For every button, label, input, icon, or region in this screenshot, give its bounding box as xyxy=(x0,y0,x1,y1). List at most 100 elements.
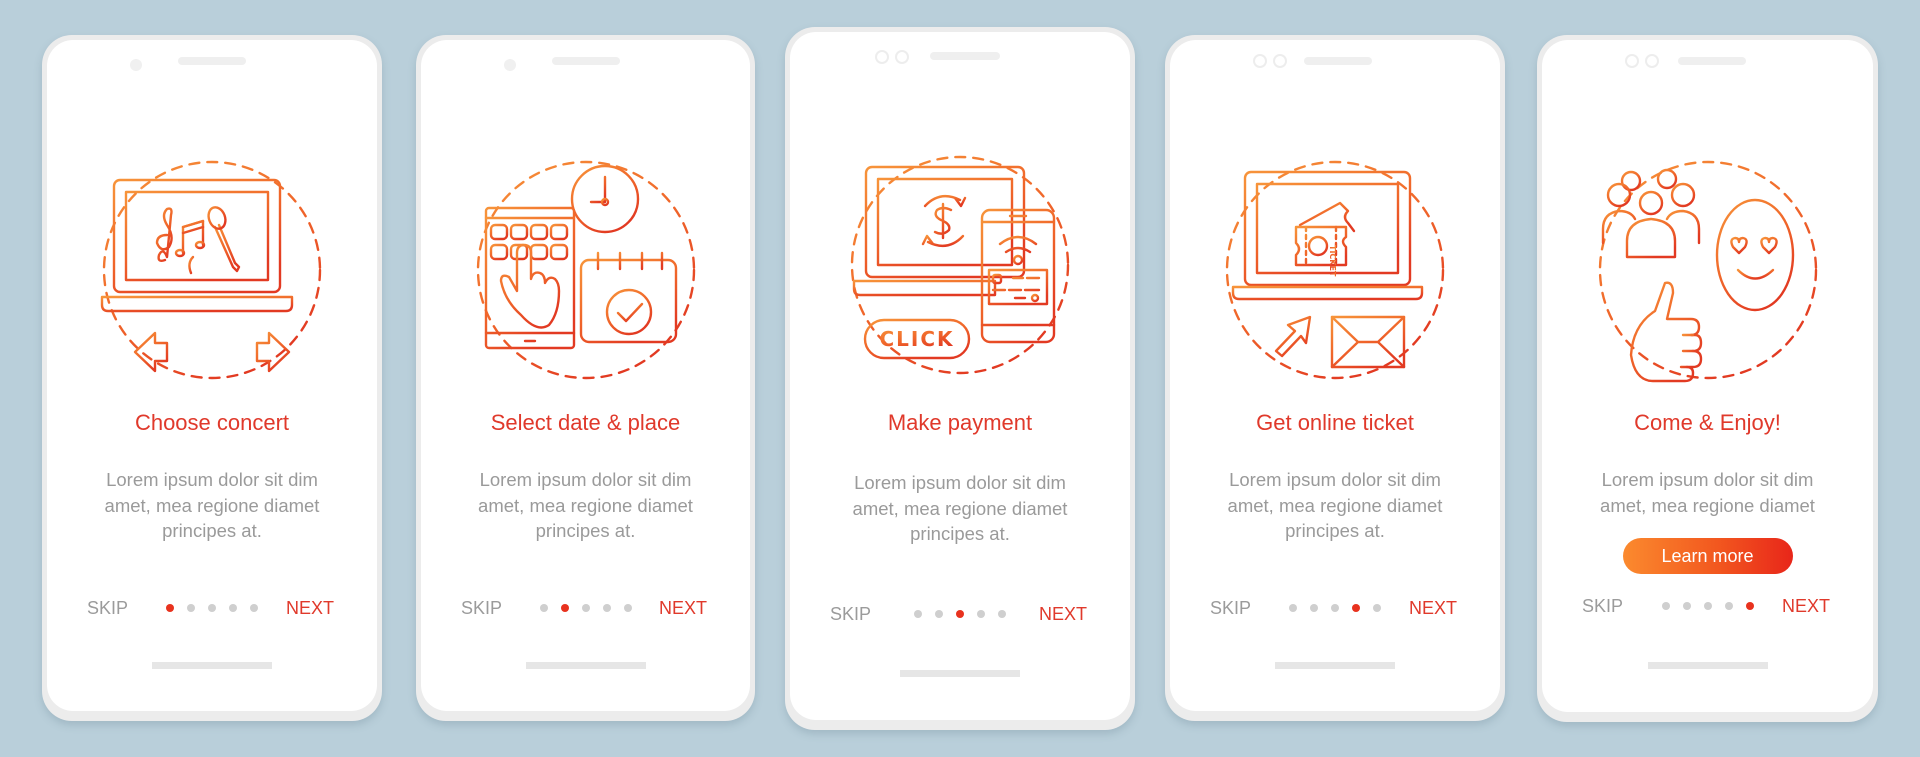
sensor-ring xyxy=(1645,54,1659,68)
skip-button[interactable]: SKIP xyxy=(87,598,128,619)
page-dot[interactable] xyxy=(208,604,216,612)
camera-dot xyxy=(504,59,516,71)
skip-button[interactable]: SKIP xyxy=(1582,596,1623,617)
page-dot[interactable] xyxy=(998,610,1006,618)
tablet-clock-calendar-icon xyxy=(476,160,695,380)
description-line: Lorem ipsum dolor sit dim xyxy=(479,469,692,490)
screen-title: Select date & place xyxy=(490,410,681,435)
skip-button[interactable]: SKIP xyxy=(1210,598,1251,619)
next-button[interactable]: NEXT xyxy=(659,598,707,619)
page-indicator xyxy=(166,604,258,612)
phone-screen: TICKET Get online ticket Lorem ipsum dol… xyxy=(1170,40,1500,711)
sensor-ring xyxy=(895,50,909,64)
screen-description: Lorem ipsum dolor sit dim amet, mea regi… xyxy=(87,467,337,544)
screen-description: Lorem ipsum dolor sit dim amet, mea regi… xyxy=(1210,467,1460,544)
speaker-grille xyxy=(1304,57,1372,65)
learn-more-button[interactable]: Learn more xyxy=(1622,538,1793,574)
description-line: Lorem ipsum dolor sit dim xyxy=(1229,469,1441,490)
page-dot[interactable] xyxy=(977,610,985,618)
home-indicator xyxy=(1275,662,1395,669)
screen-title: Come & Enjoy! xyxy=(1634,410,1781,435)
page-dot[interactable] xyxy=(229,604,237,612)
description-line: amet, mea regione diamet xyxy=(852,497,1068,519)
page-dot[interactable] xyxy=(623,604,632,612)
phone-screen: Come & Enjoy! Lorem ipsum dolor sit dim … xyxy=(1542,40,1873,712)
phone-screen: Select date & place Lorem ipsum dolor si… xyxy=(421,40,750,711)
next-button[interactable]: NEXT xyxy=(286,598,334,619)
description-line: principes at. xyxy=(1285,520,1385,541)
camera-ring xyxy=(875,50,889,64)
screen-title: Choose concert xyxy=(134,410,290,435)
page-dot-active[interactable] xyxy=(1745,602,1754,610)
home-indicator xyxy=(152,662,272,669)
speaker-grille xyxy=(552,57,620,65)
onboarding-screen-5: Come & Enjoy! Lorem ipsum dolor sit dim … xyxy=(1537,35,1878,722)
description-line: amet, mea regione diamet xyxy=(1600,494,1815,516)
page-dot[interactable] xyxy=(1373,604,1381,612)
dashed-circle xyxy=(102,160,322,380)
description-line: Lorem ipsum dolor sit dim xyxy=(1601,469,1814,490)
page-dot[interactable] xyxy=(914,610,922,618)
screen-description: Lorem ipsum dolor sit dim amet, mea regi… xyxy=(830,470,1090,547)
onboarding-screen-1: Choose concert Lorem ipsum dolor sit dim… xyxy=(42,35,382,721)
description-line: amet, mea regione diamet xyxy=(478,494,693,516)
laptop-ticket-mail-icon: TICKET xyxy=(1225,160,1445,380)
phone-screen: CLICK Make payment Lorem ipsum dolor sit… xyxy=(790,32,1130,720)
page-indicator xyxy=(539,604,632,612)
next-button[interactable]: NEXT xyxy=(1782,596,1830,617)
page-dot[interactable] xyxy=(935,610,943,618)
onboarding-screen-3: CLICK Make payment Lorem ipsum dolor sit… xyxy=(785,27,1135,730)
click-label: CLICK xyxy=(879,327,954,351)
home-indicator xyxy=(525,662,646,669)
next-button[interactable]: NEXT xyxy=(1409,598,1457,619)
page-dot[interactable] xyxy=(1310,604,1318,612)
page-indicator xyxy=(914,610,1006,618)
onboarding-nav: SKIP NEXT xyxy=(47,598,377,622)
screen-title: Make payment xyxy=(887,410,1033,435)
onboarding-nav: SKIP NEXT xyxy=(1542,596,1873,620)
page-dot-active[interactable] xyxy=(560,604,569,612)
page-dot-active[interactable] xyxy=(166,604,174,612)
page-dot[interactable] xyxy=(187,604,195,612)
camera-ring xyxy=(1625,54,1639,68)
description-line: principes at. xyxy=(910,523,1010,544)
laptop-payment-phone-icon: CLICK xyxy=(850,155,1070,375)
page-dot[interactable] xyxy=(1331,604,1339,612)
page-dot[interactable] xyxy=(1661,602,1670,610)
description-line: principes at. xyxy=(162,520,262,541)
phone-screen: Choose concert Lorem ipsum dolor sit dim… xyxy=(47,40,377,711)
screen-description: Lorem ipsum dolor sit dim amet, mea regi… xyxy=(1582,467,1833,518)
crowd-thumbsup-smiley-icon xyxy=(1598,160,1817,383)
page-dot[interactable] xyxy=(250,604,258,612)
home-indicator xyxy=(900,670,1020,677)
page-dot[interactable] xyxy=(539,604,548,612)
page-dot[interactable] xyxy=(602,604,611,612)
description-line: principes at. xyxy=(535,520,636,541)
screen-description: Lorem ipsum dolor sit dim amet, mea regi… xyxy=(461,467,710,544)
page-dot[interactable] xyxy=(1682,602,1691,610)
next-button[interactable]: NEXT xyxy=(1039,604,1087,625)
sensor-ring xyxy=(1273,54,1287,68)
laptop-music-arrows-icon xyxy=(100,160,322,380)
onboarding-screen-4: TICKET Get online ticket Lorem ipsum dol… xyxy=(1165,35,1505,721)
onboarding-nav: SKIP NEXT xyxy=(421,598,750,622)
speaker-grille xyxy=(930,52,1000,60)
onboarding-screen-2: Select date & place Lorem ipsum dolor si… xyxy=(416,35,755,721)
page-dot[interactable] xyxy=(1703,602,1712,610)
page-indicator xyxy=(1661,602,1754,610)
page-dot[interactable] xyxy=(581,604,590,612)
screen-title: Get online ticket xyxy=(1256,410,1414,435)
speaker-grille xyxy=(1678,57,1746,65)
page-dot[interactable] xyxy=(1724,602,1733,610)
skip-button[interactable]: SKIP xyxy=(461,598,502,619)
onboarding-nav: SKIP NEXT xyxy=(790,604,1130,628)
page-dot[interactable] xyxy=(1289,604,1297,612)
camera-dot xyxy=(130,59,142,71)
page-indicator xyxy=(1289,604,1381,612)
home-indicator xyxy=(1647,662,1768,669)
skip-button[interactable]: SKIP xyxy=(830,604,871,625)
page-dot-active[interactable] xyxy=(1352,604,1360,612)
description-line: Lorem ipsum dolor sit dim xyxy=(106,469,318,490)
page-dot-active[interactable] xyxy=(956,610,964,618)
description-line: amet, mea regione diamet xyxy=(104,494,320,516)
